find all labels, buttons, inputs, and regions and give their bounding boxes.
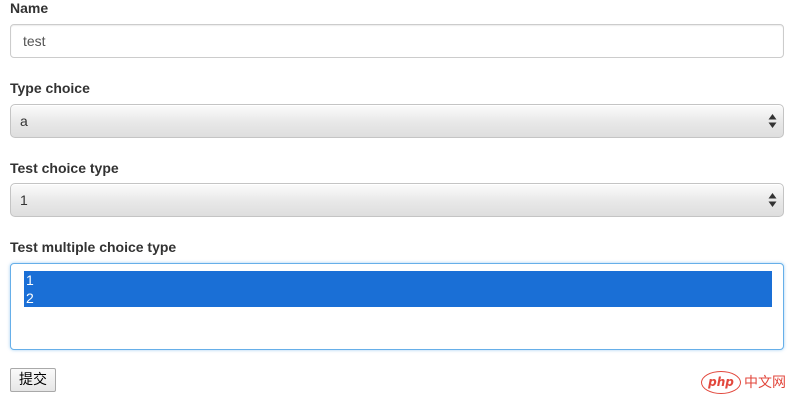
test-choice-select[interactable]: 1 xyxy=(10,183,784,217)
watermark-site-text: 中文网 xyxy=(744,375,786,391)
multi-choice-label: Test multiple choice type xyxy=(10,239,177,255)
type-choice-select[interactable]: a xyxy=(10,104,784,138)
test-choice-label: Test choice type xyxy=(10,160,119,176)
php-watermark: php 中文网 xyxy=(701,370,786,394)
php-logo: php xyxy=(701,370,741,394)
up-down-arrows-icon xyxy=(768,193,777,207)
test-choice-value: 1 xyxy=(20,192,28,208)
name-label: Name xyxy=(10,0,49,16)
multi-choice-option[interactable]: 2 xyxy=(24,289,772,307)
submit-button[interactable]: 提交 xyxy=(10,368,56,392)
type-choice-value: a xyxy=(20,113,28,129)
multi-choice-select[interactable]: 1 2 xyxy=(10,263,784,350)
multi-choice-options: 1 2 xyxy=(24,271,772,307)
type-choice-label: Type choice xyxy=(10,80,90,96)
form-page: Name Type choice a Test choice type 1 Te… xyxy=(0,0,800,402)
multi-choice-option[interactable]: 1 xyxy=(24,271,772,289)
name-input[interactable] xyxy=(10,24,784,58)
up-down-arrows-icon xyxy=(768,114,777,128)
